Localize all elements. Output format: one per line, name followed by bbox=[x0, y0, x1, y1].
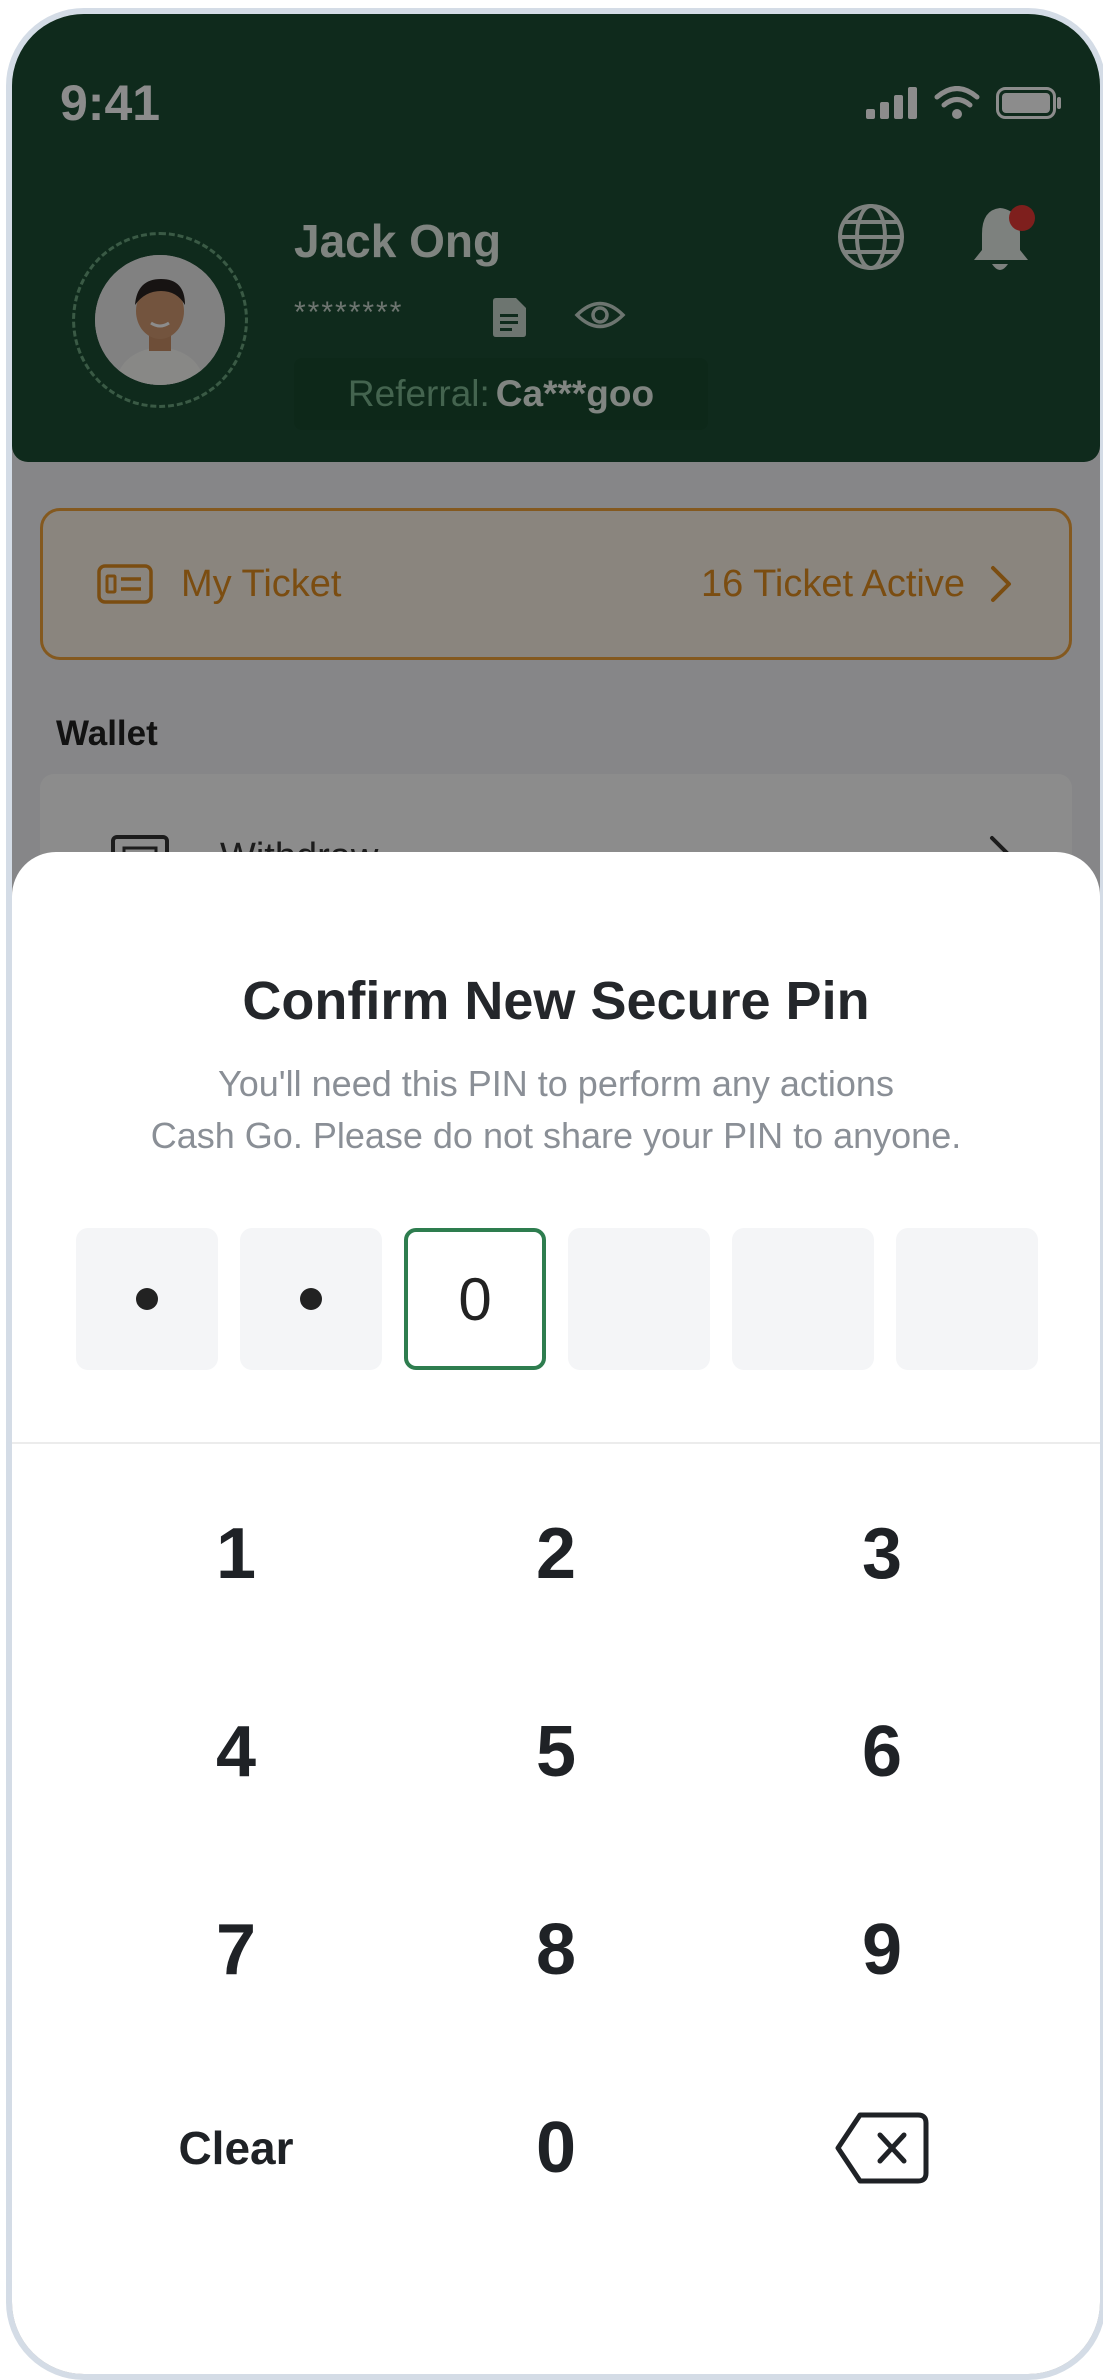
pin-input[interactable]: 0 bbox=[76, 1228, 1038, 1370]
pin-digit-5[interactable] bbox=[732, 1228, 874, 1370]
pin-digit-2[interactable] bbox=[240, 1228, 382, 1370]
backspace-button[interactable] bbox=[742, 2068, 1022, 2228]
pin-digit-1[interactable] bbox=[76, 1228, 218, 1370]
description-line-1: You'll need this PIN to perform any acti… bbox=[218, 1063, 894, 1104]
sheet-title: Confirm New Secure Pin bbox=[242, 971, 870, 1031]
backspace-icon bbox=[835, 2112, 929, 2184]
key-8[interactable]: 8 bbox=[416, 1870, 696, 2030]
pin-dot bbox=[136, 1288, 158, 1310]
description-line-2: Cash Go. Please do not share your PIN to… bbox=[150, 1115, 962, 1156]
pin-digit-6[interactable] bbox=[896, 1228, 1038, 1370]
key-9[interactable]: 9 bbox=[742, 1870, 1022, 2030]
sheet-description: You'll need this PIN to perform any acti… bbox=[72, 1058, 1040, 1162]
pin-digit-3[interactable]: 0 bbox=[404, 1228, 546, 1370]
phone-screen: 9:41 Jack Ong ******** Referral: Ca***go… bbox=[6, 8, 1103, 2380]
key-0[interactable]: 0 bbox=[416, 2068, 696, 2228]
pin-digit-4[interactable] bbox=[568, 1228, 710, 1370]
key-5[interactable]: 5 bbox=[416, 1672, 696, 1832]
key-2[interactable]: 2 bbox=[416, 1474, 696, 1634]
key-4[interactable]: 4 bbox=[96, 1672, 376, 1832]
key-7[interactable]: 7 bbox=[96, 1870, 376, 2030]
key-3[interactable]: 3 bbox=[742, 1474, 1022, 1634]
key-6[interactable]: 6 bbox=[742, 1672, 1022, 1832]
divider bbox=[12, 1442, 1100, 1444]
pin-dot bbox=[300, 1288, 322, 1310]
clear-button[interactable]: Clear bbox=[96, 2068, 376, 2228]
pin-bottom-sheet: Confirm New Secure Pin You'll need this … bbox=[12, 852, 1100, 2374]
key-1[interactable]: 1 bbox=[96, 1474, 376, 1634]
